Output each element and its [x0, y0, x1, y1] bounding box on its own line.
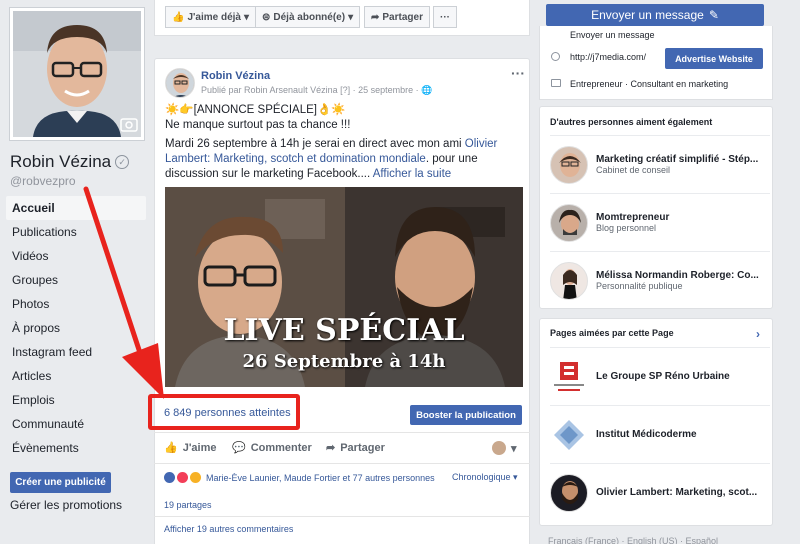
reactions-text: Marie-Ève Launier, Maude Fortier et 77 a… — [206, 472, 435, 483]
post-line-2: Ne manque surtout pas ta chance !!! — [165, 119, 351, 131]
video-date-overlay: 26 Septembre à 14h — [242, 351, 446, 372]
reactions-summary[interactable]: Marie-Ève Launier, Maude Fortier et 77 a… — [164, 472, 435, 483]
manage-promotions-link[interactable]: Gérer les promotions — [10, 498, 122, 512]
pages-liked-title[interactable]: Pages aimées par cette Page — [550, 328, 674, 338]
liked-page-item[interactable]: Institut Médicoderme — [550, 405, 770, 463]
caret-down-icon: ▾ — [348, 11, 354, 23]
globe-icon — [551, 52, 560, 61]
suggested-page-item[interactable]: Marketing créatif simplifié - Stép... Ca… — [550, 135, 770, 193]
caret-down-icon: ▾ — [511, 442, 517, 455]
pages-liked-card: Pages aimées par cette Page › Le Groupe … — [539, 318, 773, 526]
suggested-page-category: Cabinet de conseil — [596, 165, 671, 175]
suggested-page-item[interactable]: Mélissa Normandin Roberge: Co... Personn… — [550, 251, 770, 309]
page-categories[interactable]: Entrepreneur · Consultant en marketing — [570, 79, 728, 89]
follow-page-button[interactable]: ⊜ Déjà abonné(e) ▾ — [255, 6, 361, 28]
wow-reaction-icon — [190, 472, 201, 483]
follow-page-label: Déjà abonné(e) — [273, 11, 346, 23]
also-liked-title: D'autres personnes aiment également — [550, 117, 713, 127]
send-message-link[interactable]: Envoyer un message — [570, 30, 655, 40]
share-page-button[interactable]: ➦ Partager — [364, 6, 430, 28]
post-options-icon[interactable]: ··· — [511, 65, 525, 81]
sort-comments-dropdown[interactable]: Chronologique ▾ — [452, 472, 518, 483]
avatar — [492, 441, 506, 455]
like-post-label: J'aime — [182, 441, 217, 454]
divider — [154, 516, 530, 517]
suggested-page-avatar — [550, 145, 588, 184]
institut-medicoderme-logo — [550, 415, 588, 454]
page-action-bar: 👍 J'aime déjà ▾ ⊜ Déjà abonné(e) ▾ ➦ Par… — [154, 0, 530, 36]
view-more-comments-link[interactable]: Afficher 19 autres commentaires — [164, 524, 293, 534]
share-post-label: Partager — [340, 441, 385, 454]
post-meta: Publié par Robin Arsenault Vézina [?] · … — [201, 85, 432, 96]
caret-down-icon: ▾ — [243, 11, 250, 23]
create-ad-button[interactable]: Créer une publicité — [10, 472, 111, 493]
post-paragraph: Mardi 26 septembre à 14h je serai en dir… — [165, 137, 521, 182]
post-meta-text: Publié par Robin Arsenault Vézina [?] · … — [201, 85, 422, 95]
nav-item-evenements[interactable]: Évènements — [6, 436, 146, 460]
suggested-page-category: Blog personnel — [596, 223, 657, 233]
shares-count-link[interactable]: 19 partages — [164, 500, 212, 510]
thumbs-up-icon: 👍 — [172, 11, 185, 23]
post-video[interactable]: LIVE SPÉCIAL 26 Septembre à 14h — [165, 187, 523, 387]
share-page-label: Partager — [382, 11, 423, 23]
liked-page-name: Le Groupe SP Réno Urbaine — [596, 371, 730, 382]
like-page-label: J'aime déjà — [187, 11, 241, 23]
page-title: Robin Vézina ✓ — [10, 152, 130, 172]
pencil-icon: ✎ — [708, 8, 719, 22]
see-more-link[interactable]: Afficher la suite — [373, 168, 451, 180]
thumbs-up-outline-icon: 👍 — [164, 442, 178, 454]
red-arrow-annotation — [83, 186, 164, 399]
also-liked-card: D'autres personnes aiment également Mark… — [539, 106, 773, 309]
olivier-lambert-avatar — [550, 473, 588, 512]
post-body-prefix: Mardi 26 septembre à 14h je serai en dir… — [165, 138, 465, 150]
post-author-name[interactable]: Robin Vézina — [201, 70, 270, 82]
more-options-button[interactable]: ··· — [433, 6, 457, 28]
chevron-right-icon[interactable]: › — [756, 327, 760, 341]
like-post-button[interactable]: 👍 J'aime — [164, 441, 217, 455]
page-name-text: Robin Vézina — [10, 152, 112, 171]
suggested-page-category: Personnalité publique — [596, 281, 683, 291]
comment-button[interactable]: 💬 Commenter — [232, 441, 312, 455]
share-arrow-icon: ➦ — [326, 442, 336, 454]
suggested-page-avatar — [550, 261, 588, 300]
like-page-button[interactable]: 👍 J'aime déjà ▾ — [165, 6, 257, 28]
briefcase-icon — [551, 79, 561, 87]
verified-check-icon: ✓ — [115, 155, 130, 169]
share-arrow-icon: ➦ — [371, 11, 380, 23]
post-author-avatar[interactable] — [165, 68, 195, 98]
post-body: ☀️👉[ANNONCE SPÉCIALE]👌☀️ Ne manque surto… — [165, 103, 521, 182]
page-handle[interactable]: @robvezpro — [10, 174, 76, 188]
send-message-label: Envoyer un message — [591, 8, 704, 22]
post-action-row: 👍 J'aime 💬 Commenter ➦ Partager ▾ — [154, 432, 530, 464]
suggested-page-item[interactable]: Momtrepreneur Blog personnel — [550, 193, 770, 251]
website-link[interactable]: http://j7media.com/ — [570, 52, 646, 62]
suggested-page-avatar — [550, 203, 588, 242]
suggested-page-name: Mélissa Normandin Roberge: Co... — [596, 270, 759, 281]
send-message-button[interactable]: Envoyer un message ✎ — [546, 4, 764, 26]
comment-label: Commenter — [250, 441, 312, 454]
video-title-overlay: LIVE SPÉCIAL — [223, 313, 465, 348]
post-as-selector[interactable]: ▾ — [492, 441, 517, 455]
liked-page-item[interactable]: Olivier Lambert: Marketing, scot... — [550, 463, 770, 521]
globe-icon: 🌐 — [421, 85, 433, 95]
boost-post-button[interactable]: Booster la publication — [410, 405, 522, 425]
liked-page-item[interactable]: Le Groupe SP Réno Urbaine — [550, 347, 770, 405]
groupe-sp-logo — [550, 357, 588, 396]
comment-bubble-icon: 💬 — [232, 442, 246, 454]
share-post-button[interactable]: ➦ Partager — [326, 441, 385, 455]
liked-page-name: Olivier Lambert: Marketing, scot... — [596, 487, 758, 498]
suggested-page-name: Marketing créatif simplifié - Stép... — [596, 154, 759, 165]
post-headline: ☀️👉[ANNONCE SPÉCIALE]👌☀️ — [165, 104, 346, 116]
liked-page-name: Institut Médicoderme — [596, 429, 697, 440]
like-reaction-icon — [164, 472, 175, 483]
love-reaction-icon — [177, 472, 188, 483]
suggested-page-name: Momtrepreneur — [596, 212, 670, 223]
people-reached-link[interactable]: 6 849 personnes atteintes — [164, 407, 291, 419]
profile-picture[interactable] — [10, 8, 144, 140]
nav-item-communaute[interactable]: Communauté — [6, 412, 146, 436]
advertise-website-button[interactable]: Advertise Website — [665, 48, 763, 69]
language-footer[interactable]: Français (France) · English (US) · Españ… — [548, 536, 718, 544]
rss-icon: ⊜ — [262, 11, 271, 23]
